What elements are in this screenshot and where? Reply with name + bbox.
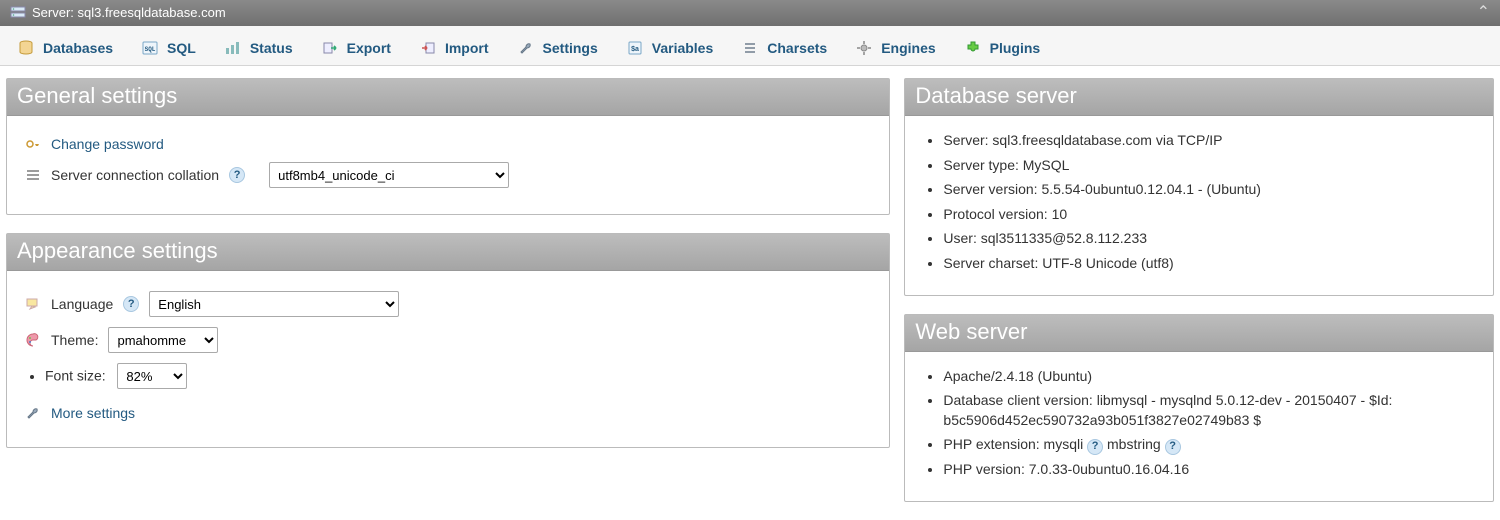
password-icon xyxy=(25,136,41,152)
collation-select[interactable]: utf8mb4_unicode_ci xyxy=(269,162,509,188)
webserver-phpext: PHP extension: mysqli ? mbstring ? xyxy=(943,435,1475,455)
svg-text:SQL: SQL xyxy=(145,46,156,53)
tab-label: Import xyxy=(445,40,489,56)
panel-title: Database server xyxy=(905,79,1493,116)
help-icon[interactable]: ? xyxy=(123,296,139,312)
webserver-phpver: PHP version: 7.0.33-0ubuntu0.16.04.16 xyxy=(943,460,1475,480)
panel-title: Appearance settings xyxy=(7,234,889,271)
help-icon[interactable]: ? xyxy=(1165,439,1181,455)
tab-engines[interactable]: Engines xyxy=(844,30,950,65)
breadcrumb-bar: Server: sql3.freesqldatabase.com ⌃ xyxy=(0,0,1500,26)
tab-bar: Databases SQL SQL Status Export Import S… xyxy=(0,26,1500,66)
tab-sql[interactable]: SQL SQL xyxy=(130,30,211,65)
dbserver-item: Protocol version: 10 xyxy=(943,205,1475,225)
language-label: Language xyxy=(51,296,113,312)
tab-plugins[interactable]: Plugins xyxy=(953,30,1056,65)
fontsize-select[interactable]: 82% xyxy=(117,363,187,389)
collation-label: Server connection collation xyxy=(51,167,219,183)
help-icon[interactable]: ? xyxy=(229,167,245,183)
help-icon[interactable]: ? xyxy=(1087,439,1103,455)
change-password-link[interactable]: Change password xyxy=(51,136,164,152)
tab-import[interactable]: Import xyxy=(408,30,504,65)
tab-label: Settings xyxy=(543,40,598,56)
dbserver-item: Server: sql3.freesqldatabase.com via TCP… xyxy=(943,131,1475,151)
tab-label: Status xyxy=(250,40,293,56)
tab-label: Engines xyxy=(881,40,935,56)
gear-icon xyxy=(855,39,873,57)
language-icon xyxy=(25,296,41,312)
theme-icon xyxy=(25,332,41,348)
import-icon xyxy=(419,39,437,57)
dbserver-item: Server type: MySQL xyxy=(943,156,1475,176)
database-icon xyxy=(17,39,35,57)
charsets-icon xyxy=(741,39,759,57)
more-settings-link[interactable]: More settings xyxy=(51,405,135,421)
variables-icon: $a xyxy=(626,39,644,57)
tab-label: Variables xyxy=(652,40,714,56)
dbserver-item: Server version: 5.5.54-0ubuntu0.12.04.1 … xyxy=(943,180,1475,200)
panel-title: General settings xyxy=(7,79,889,116)
panel-appearance-settings: Appearance settings Language ? English T… xyxy=(6,233,890,448)
dbserver-item: Server charset: UTF-8 Unicode (utf8) xyxy=(943,254,1475,274)
panel-web-server: Web server Apache/2.4.18 (Ubuntu) Databa… xyxy=(904,314,1494,502)
tab-label: Databases xyxy=(43,40,113,56)
svg-text:$a: $a xyxy=(631,46,639,53)
dbserver-item: User: sql3511335@52.8.112.233 xyxy=(943,229,1475,249)
tab-label: Export xyxy=(347,40,391,56)
wrench-icon xyxy=(517,39,535,57)
status-icon xyxy=(224,39,242,57)
tab-charsets[interactable]: Charsets xyxy=(730,30,842,65)
theme-label: Theme: xyxy=(51,332,98,348)
tab-export[interactable]: Export xyxy=(310,30,406,65)
collapse-icon[interactable]: ⌃ xyxy=(1477,0,1490,26)
tab-label: Charsets xyxy=(767,40,827,56)
language-select[interactable]: English xyxy=(149,291,399,317)
tab-variables[interactable]: $a Variables xyxy=(615,30,729,65)
collation-icon xyxy=(25,167,41,183)
panel-title: Web server xyxy=(905,315,1493,352)
fontsize-label: Font size: xyxy=(45,368,106,384)
webserver-apache: Apache/2.4.18 (Ubuntu) xyxy=(943,367,1475,387)
server-icon xyxy=(10,5,26,21)
tab-label: SQL xyxy=(167,40,196,56)
breadcrumb-server-label: Server: sql3.freesqldatabase.com xyxy=(32,0,226,26)
panel-database-server: Database server Server: sql3.freesqldata… xyxy=(904,78,1494,296)
sql-icon: SQL xyxy=(141,39,159,57)
tab-databases[interactable]: Databases xyxy=(6,30,128,65)
tab-settings[interactable]: Settings xyxy=(506,30,613,65)
webserver-dbclient: Database client version: libmysql - mysq… xyxy=(943,391,1475,430)
plugin-icon xyxy=(964,39,982,57)
theme-select[interactable]: pmahomme xyxy=(108,327,218,353)
export-icon xyxy=(321,39,339,57)
tab-label: Plugins xyxy=(990,40,1041,56)
wrench-icon xyxy=(25,405,41,421)
tab-status[interactable]: Status xyxy=(213,30,308,65)
panel-general-settings: General settings Change password Server … xyxy=(6,78,890,215)
